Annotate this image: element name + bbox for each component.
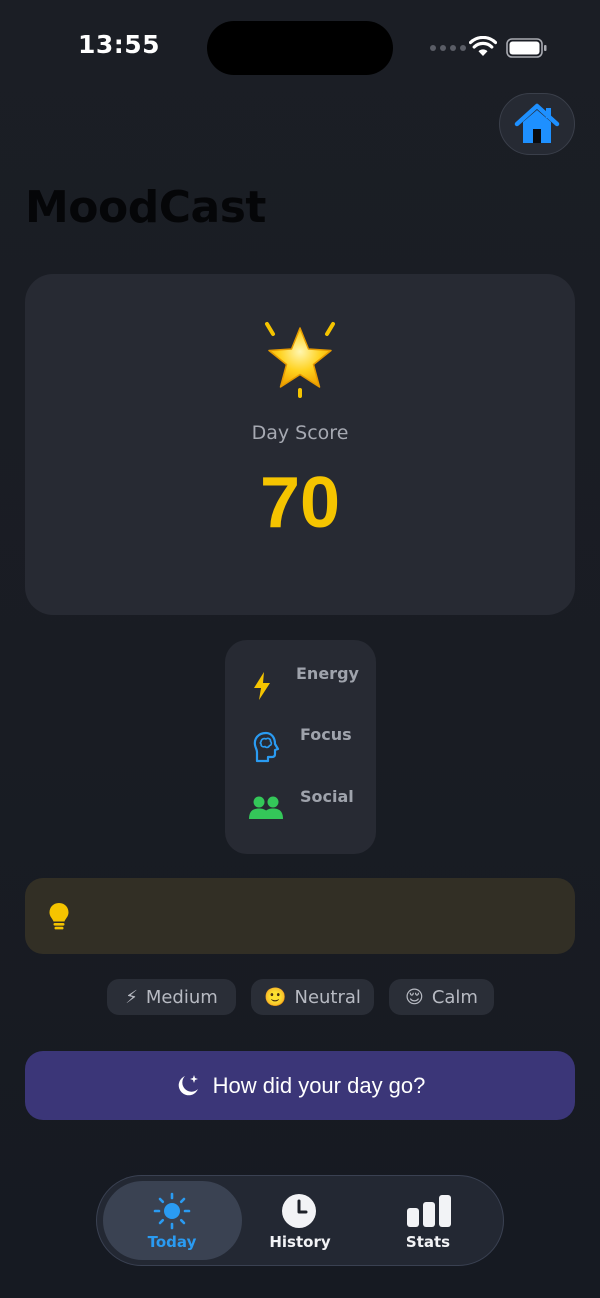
smile-emoji-icon: 🙂 — [264, 986, 287, 1008]
lightning-emoji-icon: ⚡ — [125, 986, 138, 1008]
day-score-label: Day Score — [251, 422, 349, 444]
metric-social-label: Social — [300, 787, 354, 806]
lightning-icon — [251, 671, 273, 705]
chip-mood: 🙂 Neutral — [251, 979, 374, 1015]
tab-history[interactable]: History — [230, 1233, 370, 1251]
status-time: 13:55 — [78, 30, 161, 59]
home-button[interactable] — [499, 93, 575, 155]
day-score-value: 70 — [259, 463, 341, 543]
battery-icon — [506, 38, 548, 62]
chip-energy-level: ⚡ Medium — [107, 979, 236, 1015]
day-checkin-button[interactable]: How did your day go? — [25, 1051, 575, 1120]
metric-energy-label: Energy — [296, 664, 359, 683]
checkin-label: How did your day go? — [212, 1072, 426, 1098]
clock-icon[interactable] — [280, 1193, 318, 1233]
relieved-emoji-icon: 😌 — [405, 986, 424, 1008]
people-icon — [248, 795, 284, 825]
chip-label: Medium — [145, 986, 218, 1008]
lightbulb-icon — [48, 902, 70, 936]
dynamic-island — [207, 21, 393, 75]
moon-sparkle-icon — [178, 1074, 198, 1095]
app-title: MoodCast — [25, 182, 266, 233]
metric-focus-label: Focus — [300, 725, 352, 744]
house-icon — [514, 103, 560, 143]
tab-today-label: Today — [147, 1233, 197, 1251]
wifi-icon — [468, 35, 498, 62]
chip-stress: 😌 Calm — [389, 979, 494, 1015]
brain-head-icon — [252, 731, 280, 767]
tab-stats[interactable]: Stats — [358, 1233, 498, 1251]
tip-banner — [25, 878, 575, 954]
chip-label: Neutral — [294, 986, 361, 1008]
bar-chart-icon[interactable] — [406, 1194, 452, 1232]
sun-icon — [152, 1192, 192, 1234]
cellular-signal-icon — [430, 45, 466, 51]
chip-label: Calm — [431, 986, 478, 1008]
glowing-star-icon — [258, 318, 342, 402]
